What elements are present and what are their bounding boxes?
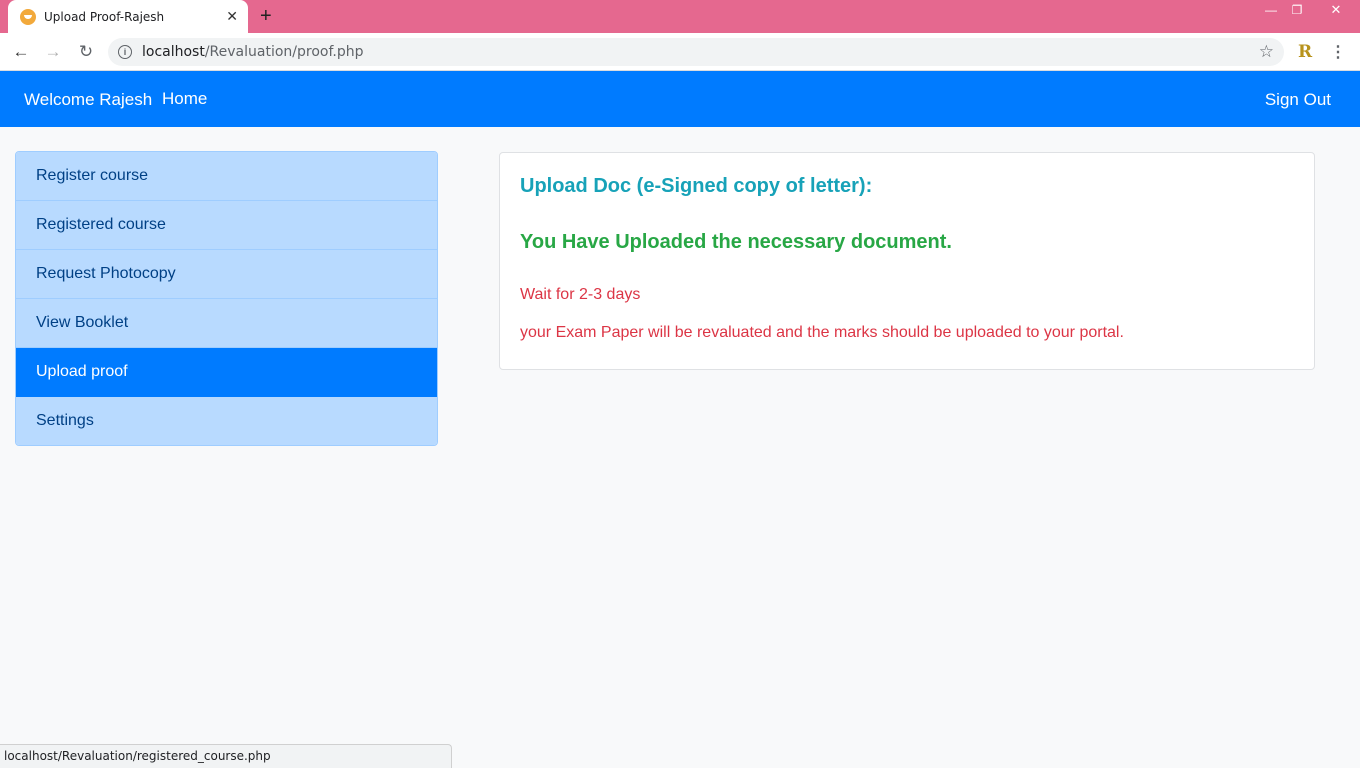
link-status-bubble: localhost/Revaluation/registered_course.… (0, 744, 452, 768)
info-icon[interactable]: i (118, 45, 132, 59)
welcome-brand[interactable]: Welcome Rajesh (24, 90, 152, 110)
sidebar-item-request-photocopy[interactable]: Request Photocopy (16, 250, 437, 299)
browser-tab[interactable]: Upload Proof-Rajesh ✕ (8, 0, 248, 33)
sidebar-item-view-booklet[interactable]: View Booklet (16, 299, 437, 348)
url-path: /Revaluation/proof.php (204, 44, 364, 60)
plus-icon[interactable]: + (260, 6, 272, 26)
upload-doc-heading: Upload Doc (e-Signed copy of letter): (520, 175, 873, 197)
browser-toolbar: ← → ↻ i localhost/Revaluation/proof.php … (0, 33, 1360, 71)
sidebar-item-registered-course[interactable]: Registered course (16, 201, 437, 250)
forward-arrow-icon[interactable]: → (42, 41, 64, 63)
upload-status-card: Upload Doc (e-Signed copy of letter): Yo… (499, 152, 1315, 370)
address-bar[interactable]: i localhost/Revaluation/proof.php ☆ (108, 38, 1284, 66)
upload-success-message: You Have Uploaded the necessary document… (520, 231, 952, 253)
sign-out-link[interactable]: Sign Out (1265, 90, 1331, 110)
site-favicon-icon (20, 8, 36, 25)
extension-r-icon[interactable]: R (1298, 42, 1312, 62)
close-window-icon[interactable]: ✕ (1312, 0, 1360, 20)
sidebar-item-register-course[interactable]: Register course (16, 152, 437, 201)
revaluation-note: your Exam Paper will be revaluated and t… (520, 324, 1124, 341)
home-link[interactable]: Home (162, 89, 207, 109)
bookmark-star-icon[interactable]: ☆ (1259, 42, 1274, 62)
close-tab-icon[interactable]: ✕ (226, 8, 238, 24)
sidebar-item-upload-proof[interactable]: Upload proof (16, 348, 437, 397)
restore-icon[interactable]: ❐ (1282, 0, 1312, 20)
sidebar-item-settings[interactable]: Settings (16, 397, 437, 445)
tab-title: Upload Proof-Rajesh (44, 9, 165, 24)
sidebar-menu: Register course Registered course Reques… (15, 151, 438, 446)
wait-message: Wait for 2-3 days (520, 286, 641, 303)
url-host: localhost (142, 44, 205, 60)
browser-tab-strip: Upload Proof-Rajesh ✕ + — ❐ ✕ (0, 0, 1360, 33)
back-arrow-icon[interactable]: ← (10, 41, 32, 63)
reload-icon[interactable]: ↻ (75, 41, 97, 63)
kebab-menu-icon[interactable]: ⋮ (1330, 42, 1346, 62)
app-navbar: Welcome Rajesh Home Sign Out (0, 71, 1360, 127)
